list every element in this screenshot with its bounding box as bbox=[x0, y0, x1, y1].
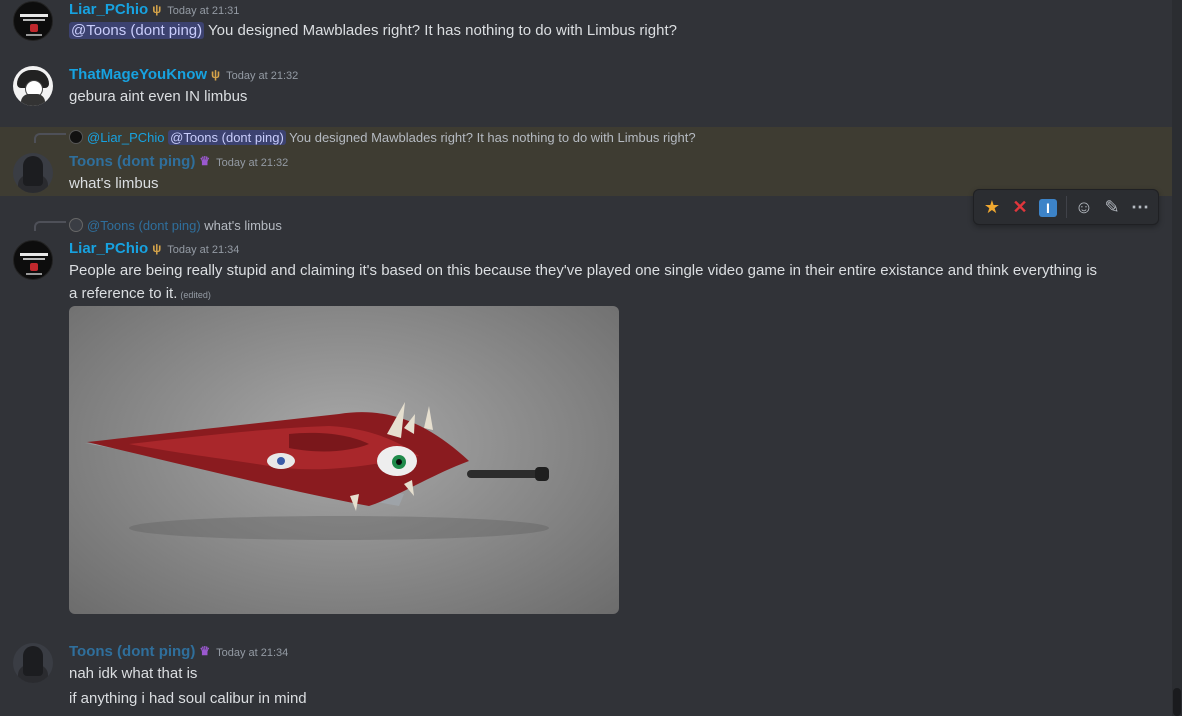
timestamp: Today at 21:32 bbox=[226, 70, 299, 82]
message-text: gebura aint even IN limbus bbox=[69, 88, 248, 105]
role-badge-icon: ψ bbox=[211, 67, 221, 81]
message-text: what's limbus bbox=[69, 175, 159, 192]
scrollbar-thumb[interactable] bbox=[1173, 688, 1181, 716]
message-text-continued: if anything i had soul calibur in mind bbox=[69, 690, 307, 707]
username[interactable]: Toons (dont ping) ♛ Today at 21:32 bbox=[69, 153, 288, 170]
role-badge-icon: ψ bbox=[152, 241, 162, 255]
mawblade-sword-image bbox=[85, 402, 549, 540]
scrollbar-track[interactable] bbox=[1172, 0, 1182, 716]
timestamp: Today at 21:32 bbox=[216, 157, 289, 169]
reply-avatar bbox=[69, 218, 83, 232]
user-mention[interactable]: @Toons (dont ping) bbox=[69, 22, 205, 39]
message-text: People are being really stupid and claim… bbox=[69, 262, 1098, 279]
username[interactable]: Liar_PChio ψ Today at 21:34 bbox=[69, 240, 239, 257]
avatar[interactable] bbox=[13, 66, 53, 106]
message-3-highlighted: @Liar_PChio @Toons (dont ping) You desig… bbox=[0, 127, 1172, 196]
avatar[interactable] bbox=[13, 153, 53, 193]
reply-avatar bbox=[69, 130, 83, 144]
reply-preview[interactable]: @Toons (dont ping) what's limbus bbox=[69, 218, 282, 233]
timestamp: Today at 21:34 bbox=[167, 244, 240, 256]
timestamp: Today at 21:34 bbox=[216, 647, 289, 659]
role-badge-icon: ♛ bbox=[199, 154, 211, 168]
avatar[interactable] bbox=[13, 643, 53, 683]
username[interactable]: Liar_PChio ψ Today at 21:31 bbox=[69, 1, 239, 18]
user-mention[interactable]: @Toons (dont ping) bbox=[168, 130, 286, 145]
message-5: Toons (dont ping) ♛ Today at 21:34 nah idk… bbox=[0, 636, 1172, 716]
username[interactable]: ThatMageYouKnow ψ Today at 21:32 bbox=[69, 66, 298, 83]
message-1: Liar_PChio ψ Today at 21:31 @Toons (dont p… bbox=[0, 0, 1172, 48]
avatar[interactable] bbox=[13, 1, 53, 41]
avatar[interactable] bbox=[13, 240, 53, 280]
message-text: @Toons (dont ping) You designed Mawblade… bbox=[69, 22, 677, 39]
reply-connector bbox=[34, 133, 66, 143]
role-badge-icon: ψ bbox=[152, 2, 162, 16]
timestamp: Today at 21:31 bbox=[167, 5, 240, 17]
reply-preview[interactable]: @Liar_PChio @Toons (dont ping) You desig… bbox=[69, 130, 696, 145]
message-text-continued: a reference to it. (edited) bbox=[69, 285, 211, 302]
image-attachment[interactable] bbox=[69, 306, 619, 614]
username[interactable]: Toons (dont ping) ♛ Today at 21:34 bbox=[69, 643, 288, 660]
reply-connector bbox=[34, 221, 66, 231]
message-2: ThatMageYouKnow ψ Today at 21:32 gebura ai… bbox=[0, 60, 1172, 116]
edited-label: (edited) bbox=[180, 290, 211, 300]
role-badge-icon: ♛ bbox=[199, 644, 211, 658]
message-text: nah idk what that is bbox=[69, 665, 198, 682]
